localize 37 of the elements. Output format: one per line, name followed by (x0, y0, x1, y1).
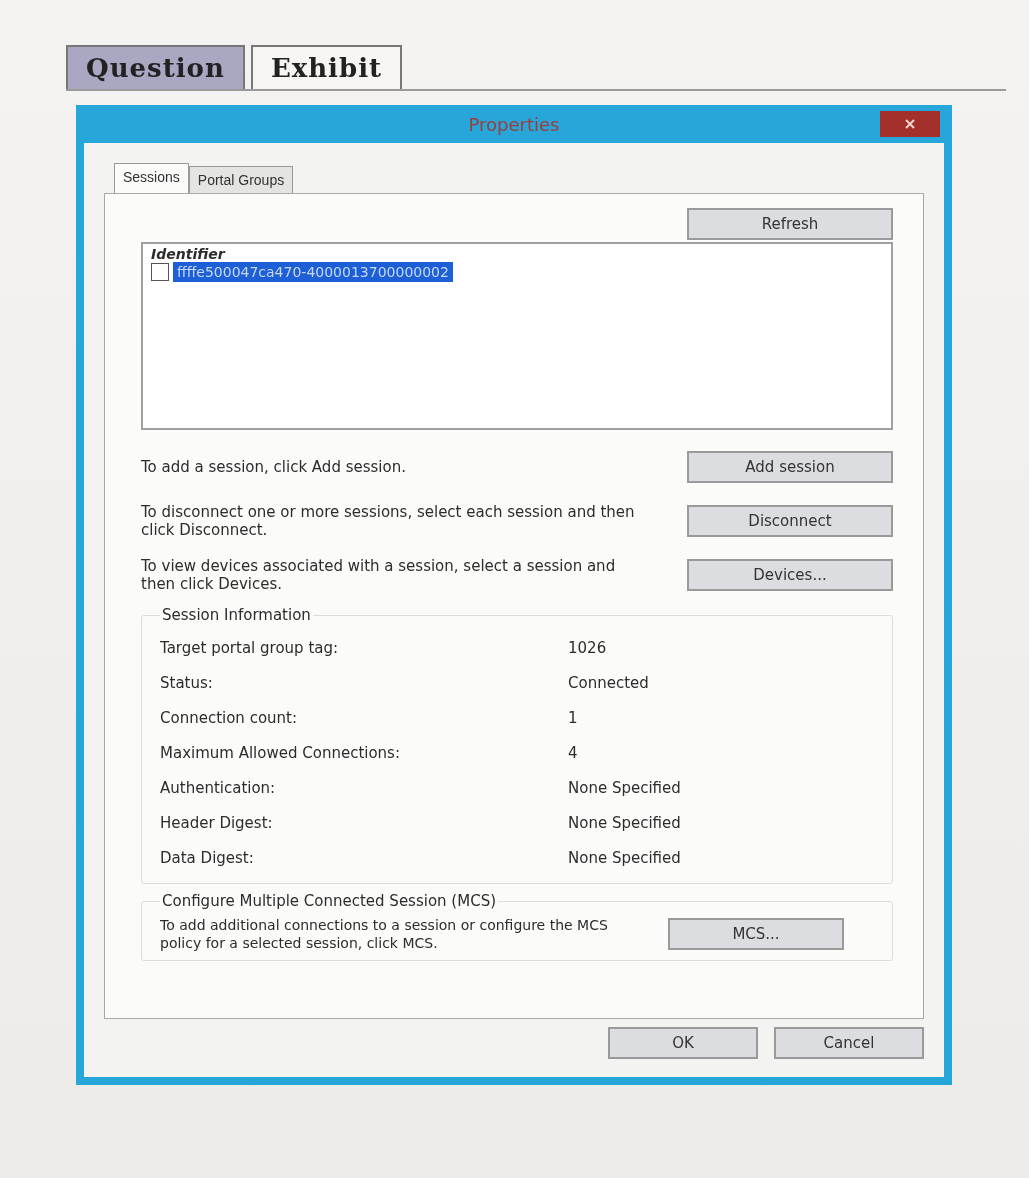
field-value: 4 (568, 743, 578, 762)
mcs-button[interactable]: MCS... (668, 918, 844, 950)
group-title: Configure Multiple Connected Session (MCS) (161, 892, 497, 910)
checkbox[interactable] (151, 263, 169, 281)
instruction-text: To add a session, click Add session. (141, 458, 407, 476)
dialog-tab[interactable]: Sessions (114, 163, 189, 193)
dialog-button[interactable]: Cancel (774, 1027, 924, 1059)
session-identifier[interactable]: ffffe500047ca470-4000013700000002 (173, 262, 453, 282)
group-title: Session Information (161, 606, 312, 624)
instruction-text: To disconnect one or more sessions, select each session and then click Disconnect. (141, 503, 636, 539)
field-label: Status: (160, 673, 214, 692)
field-label: Header Digest: (160, 813, 274, 832)
field-label: Target portal group tag: (160, 638, 340, 657)
column-header: Identifier (151, 246, 227, 262)
field-value: 1 (568, 708, 578, 727)
field-value: 1026 (568, 638, 607, 657)
field-label: Authentication: (160, 778, 277, 797)
close-button[interactable] (880, 111, 940, 137)
field-label: Data Digest: (160, 848, 255, 867)
field-value: None Specified (568, 848, 681, 867)
action-button[interactable]: Add session (687, 451, 893, 483)
field-label: Connection count: (160, 708, 298, 727)
instruction-text: To add additional connections to a session or configure the MCS policy for a selected session, click MCS. (160, 916, 609, 952)
action-button[interactable]: Devices... (687, 559, 893, 591)
action-button[interactable]: Disconnect (687, 505, 893, 537)
field-label: Maximum Allowed Connections: (160, 743, 401, 762)
refresh-button[interactable]: Refresh (687, 208, 893, 240)
field-value: Connected (568, 673, 649, 692)
window-title: Properties (468, 113, 560, 135)
field-value: None Specified (568, 778, 681, 797)
dialog-button[interactable]: OK (608, 1027, 758, 1059)
question-tab[interactable]: Question (66, 45, 245, 89)
close-icon (904, 118, 916, 130)
instruction-text: To view devices associated with a session, select a session and then click Devices. (141, 557, 617, 593)
field-value: None Specified (568, 813, 681, 832)
question-tab[interactable]: Exhibit (250, 45, 403, 89)
dialog-tab[interactable]: Portal Groups (188, 166, 294, 193)
